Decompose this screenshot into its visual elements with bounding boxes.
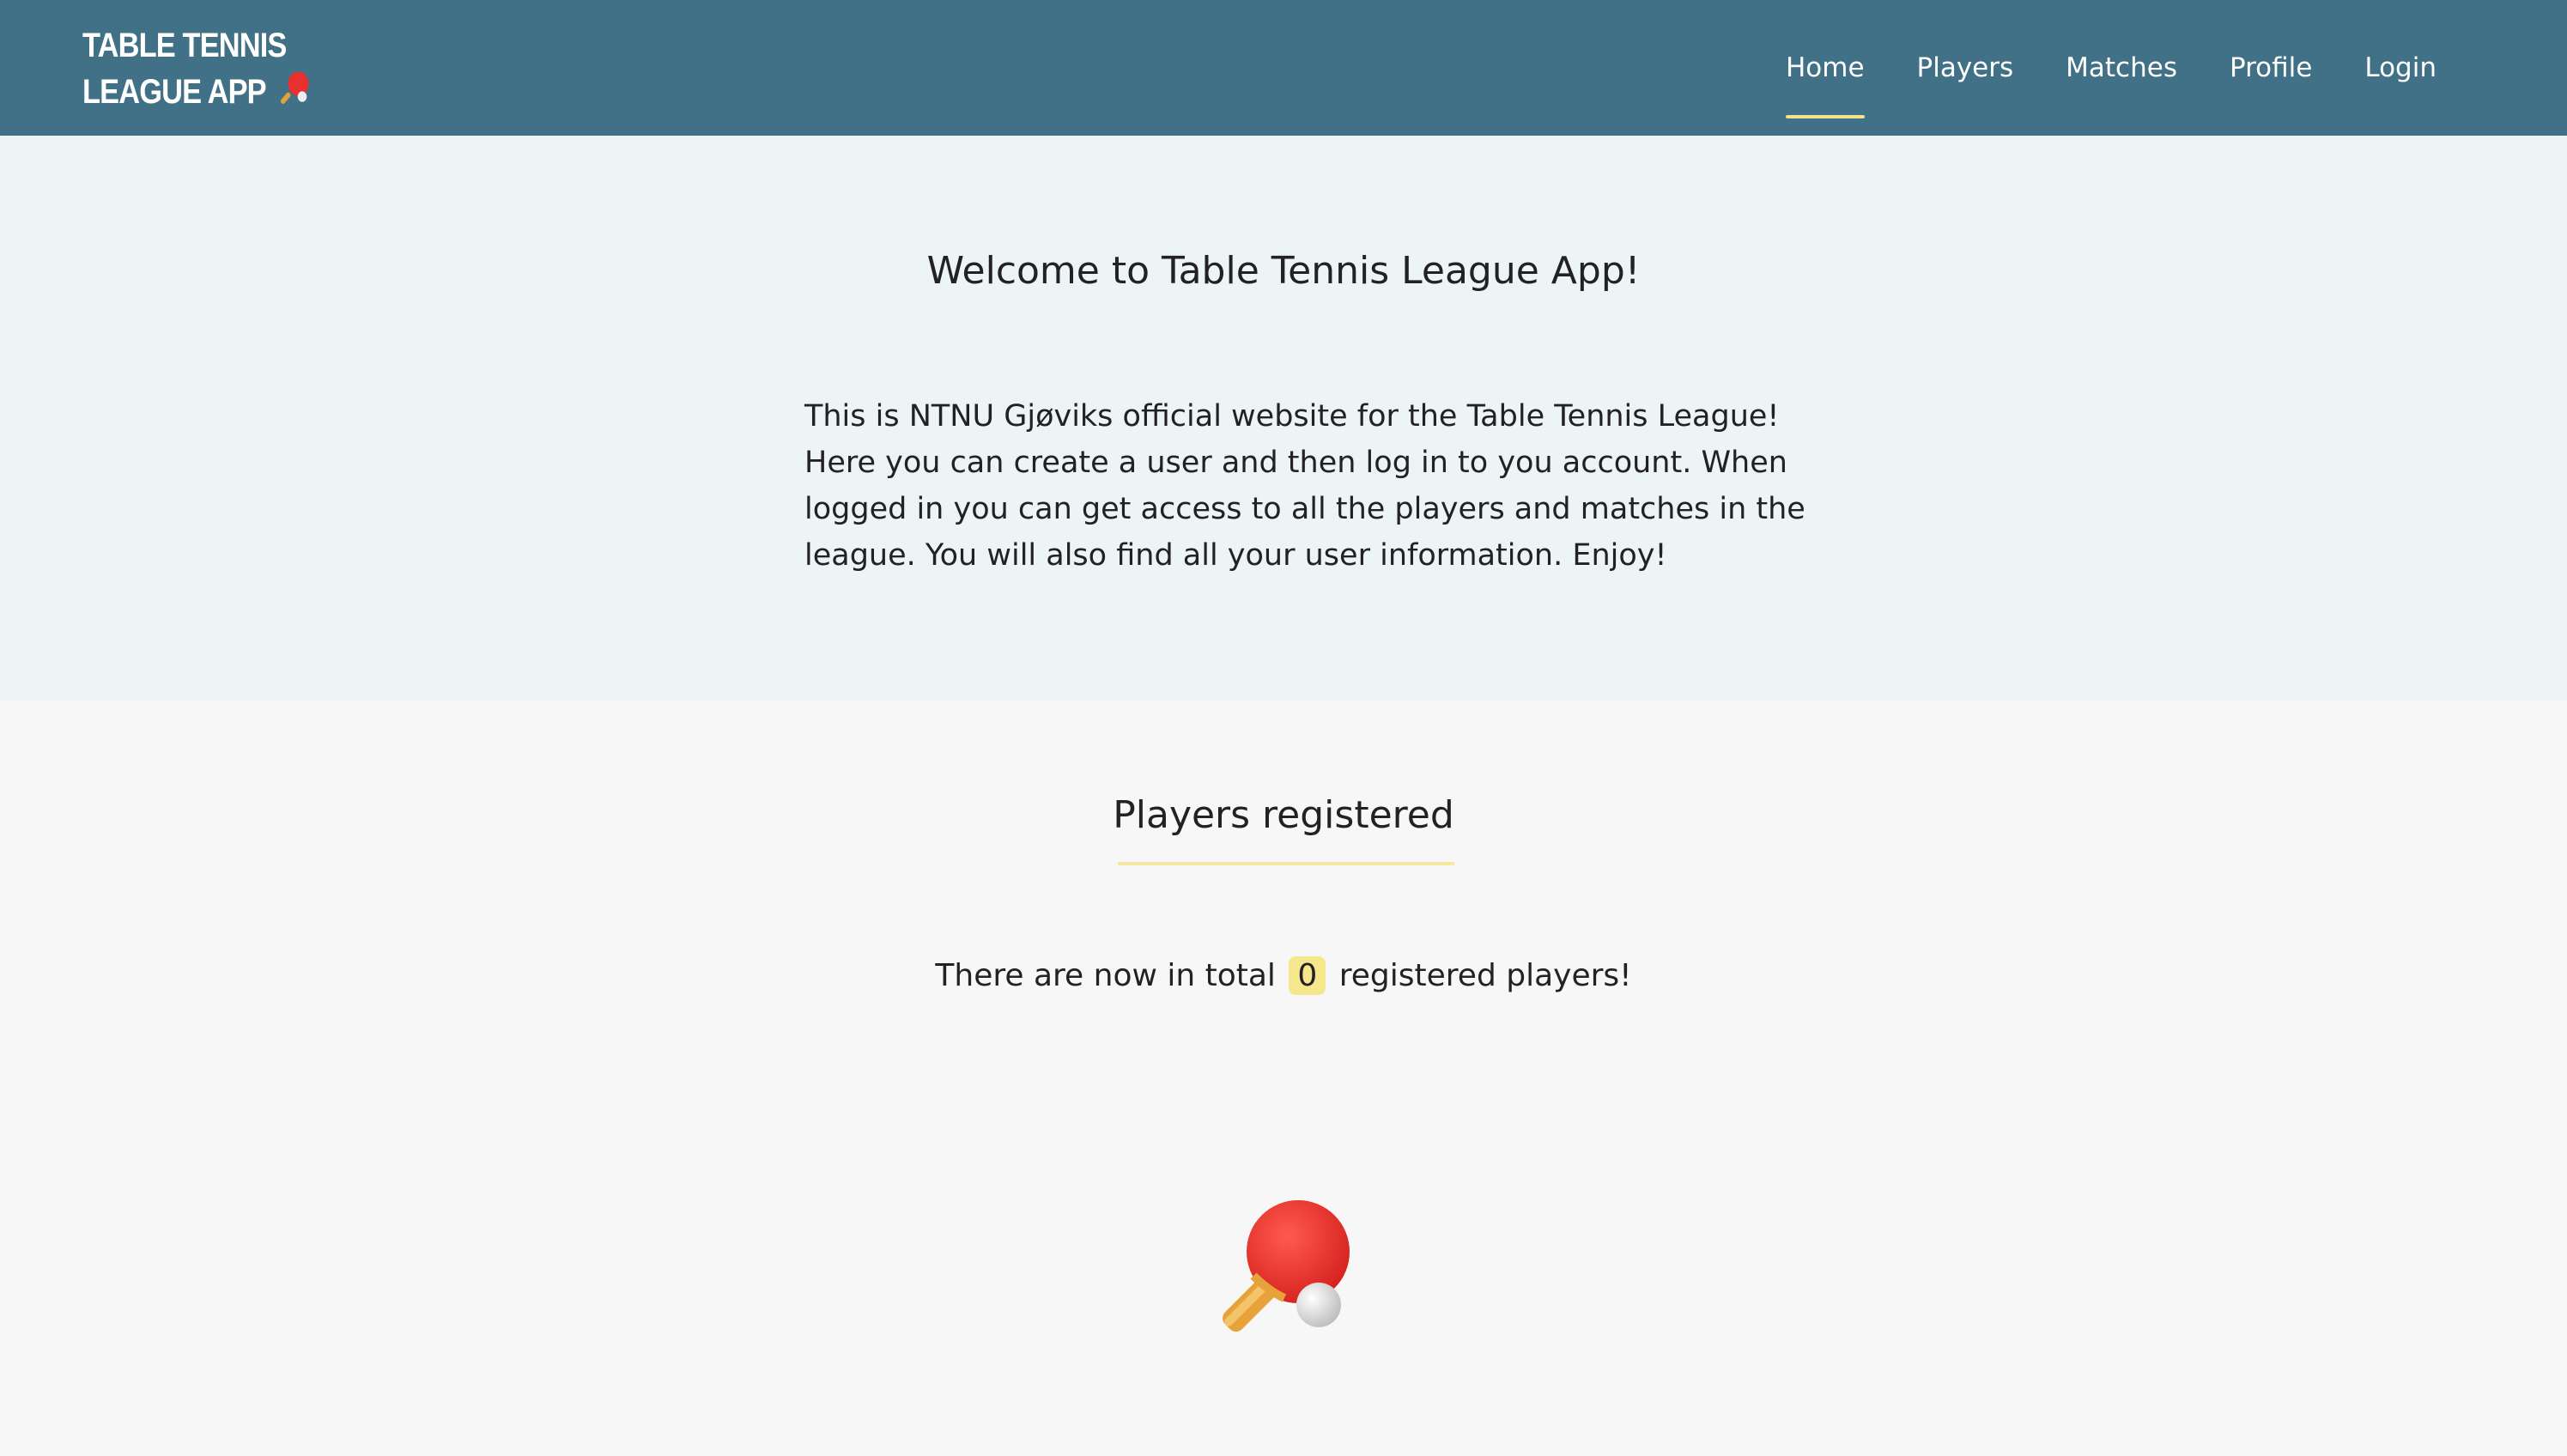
hero-title: Welcome to Table Tennis League App! [926, 249, 1641, 293]
nav-profile[interactable]: Profile [2230, 51, 2312, 85]
players-section: Players registered There are now in tota… [0, 701, 2567, 1456]
players-text-after: registered players! [1338, 958, 1632, 993]
players-text-before: There are now in total [935, 958, 1276, 993]
navbar: TABLE TENNIS LEAGUE APP Home Players Mat… [0, 0, 2567, 136]
ping-pong-paddle-icon [279, 69, 312, 118]
main-nav: Home Players Matches Profile Login [1733, 0, 2437, 136]
brand-line-1: TABLE TENNIS [82, 27, 287, 64]
title-underline [1118, 862, 1454, 865]
players-count-badge: 0 [1289, 956, 1326, 995]
ping-pong-paddle-icon [1209, 1195, 1360, 1346]
brand-line-2: LEAGUE APP [82, 73, 266, 111]
nav-matches[interactable]: Matches [2066, 51, 2177, 85]
nav-home[interactable]: Home [1785, 51, 1865, 118]
nav-login[interactable]: Login [2364, 51, 2437, 85]
players-count-line: There are now in total 0 registered play… [0, 956, 2567, 995]
players-title: Players registered [1113, 793, 1454, 837]
hero-section: Welcome to Table Tennis League App! This… [0, 136, 2567, 701]
brand-logo[interactable]: TABLE TENNIS LEAGUE APP [82, 22, 312, 118]
hero-description: This is NTNU Gjøviks official website fo… [804, 399, 1805, 573]
nav-players[interactable]: Players [1917, 51, 2014, 85]
